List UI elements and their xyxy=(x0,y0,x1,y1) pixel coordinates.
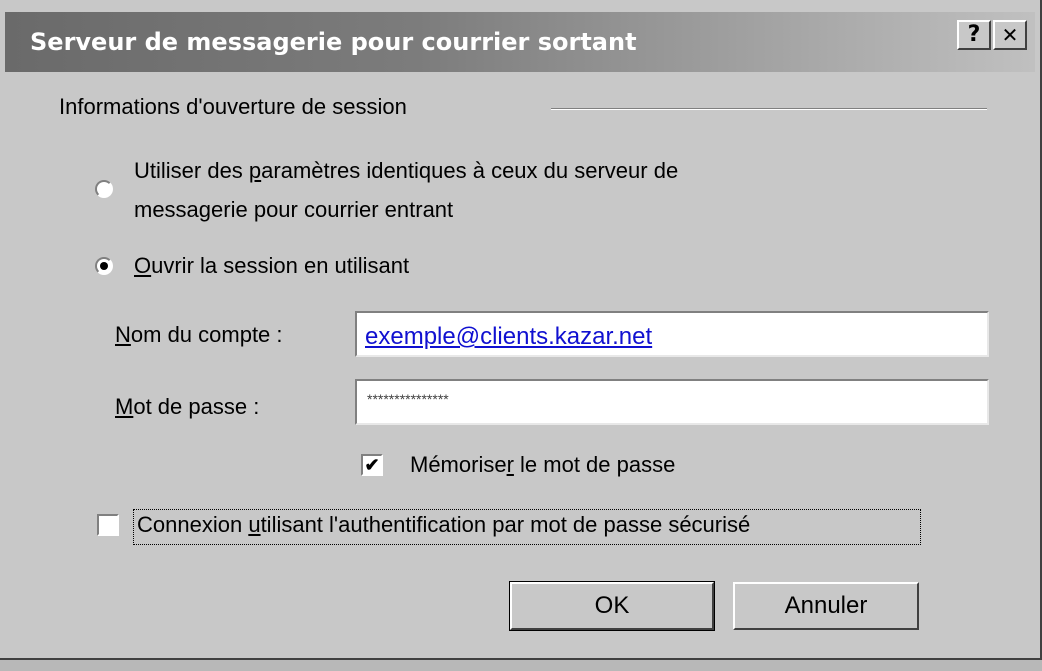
close-icon: ✕ xyxy=(1001,23,1019,47)
radio-login-with[interactable] xyxy=(95,257,113,275)
remember-password-checkbox[interactable]: ✔ xyxy=(361,454,383,476)
account-label-text: om du compte : xyxy=(130,322,283,347)
check-mark-icon: ✔ xyxy=(364,455,380,475)
login-with-text: uvrir la session en utilisant xyxy=(151,253,410,278)
secure-auth-checkbox[interactable] xyxy=(97,514,119,536)
password-label-text: ot de passe : xyxy=(133,394,260,419)
account-name-value: exemple@clients.kazar.net xyxy=(365,323,653,350)
radio-same-settings[interactable] xyxy=(95,180,113,198)
password-input[interactable]: *************** xyxy=(355,379,989,425)
same-settings-text-a: Utiliser des xyxy=(134,158,249,183)
account-name-input[interactable]: exemple@clients.kazar.net xyxy=(355,311,989,357)
radio-same-settings-label-line2[interactable]: messagerie pour courrier entrant xyxy=(134,197,453,223)
background-window-strip xyxy=(0,660,1042,671)
password-accel: M xyxy=(115,394,134,419)
secure-auth-text-a: Connexion xyxy=(137,512,249,537)
close-button[interactable]: ✕ xyxy=(993,20,1027,50)
account-label: Nom du compte : xyxy=(115,322,283,348)
group-label: Informations d'ouverture de session xyxy=(59,94,407,119)
dialog-window: Serveur de messagerie pour courrier sort… xyxy=(0,0,1042,660)
remember-password-label[interactable]: Mémoriser le mot de passe xyxy=(410,452,675,478)
dialog-title: Serveur de messagerie pour courrier sort… xyxy=(30,28,637,56)
group-divider xyxy=(551,108,987,110)
password-value: *************** xyxy=(367,391,449,407)
help-icon: ? xyxy=(967,22,981,47)
same-settings-accel: p xyxy=(248,158,262,183)
help-button[interactable]: ? xyxy=(957,20,991,50)
radio-same-settings-label[interactable]: Utiliser des paramètres identiques à ceu… xyxy=(134,158,678,184)
password-label: Mot de passe : xyxy=(115,394,259,420)
secure-auth-accel: u xyxy=(248,512,261,537)
radio-login-with-label[interactable]: Ouvrir la session en utilisant xyxy=(134,253,409,279)
secure-auth-label[interactable]: Connexion utilisant l'authentification p… xyxy=(137,512,750,538)
account-accel: N xyxy=(115,322,131,347)
secure-auth-text-b: tilisant l'authentification par mot de p… xyxy=(260,512,751,537)
same-settings-text-b: aramètres identiques à ceux du serveur d… xyxy=(261,158,679,183)
cancel-button[interactable]: Annuler xyxy=(733,582,919,630)
ok-button[interactable]: OK xyxy=(509,581,715,631)
remember-accel: r xyxy=(506,452,514,477)
radio-selected-dot xyxy=(100,262,108,270)
remember-text-a: Mémorise xyxy=(410,452,507,477)
remember-text-b: le mot de passe xyxy=(513,452,676,477)
login-with-accel: O xyxy=(134,253,152,278)
